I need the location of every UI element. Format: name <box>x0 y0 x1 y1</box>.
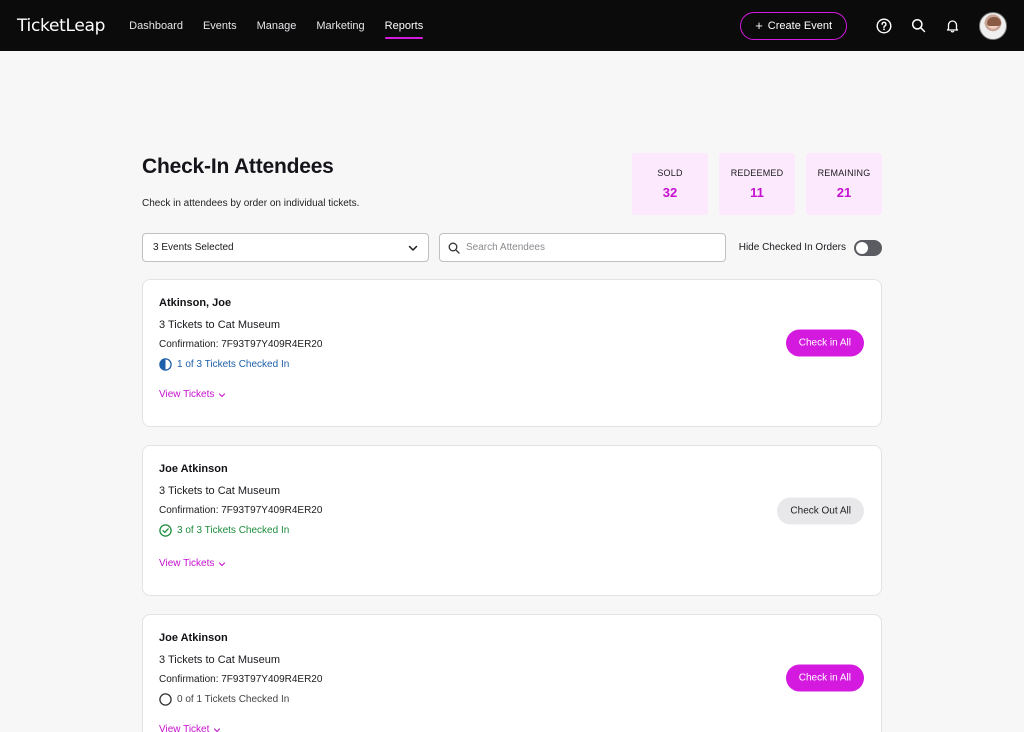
search-icon <box>448 242 460 254</box>
checkin-status-text: 0 of 1 Tickets Checked In <box>177 694 290 705</box>
ticket-summary: 3 Tickets to Cat Museum <box>159 485 281 497</box>
chevron-down-icon <box>408 245 418 251</box>
view-tickets-link[interactable]: View Tickets <box>159 389 226 400</box>
ticketleap-logo[interactable]: TicketLeap <box>17 16 105 36</box>
hide-checked-in-label: Hide Checked In Orders <box>738 242 846 253</box>
stat-redeemed: REDEEMED 11 <box>719 153 795 215</box>
create-event-label: Create Event <box>767 19 832 32</box>
stat-sold: SOLD 32 <box>632 153 708 215</box>
user-avatar[interactable] <box>979 11 1007 40</box>
search-icon <box>911 18 925 33</box>
check-circle-icon <box>159 524 172 537</box>
checkin-status-text: 3 of 3 Tickets Checked In <box>177 525 290 536</box>
stat-redeemed-label: REDEEMED <box>730 168 784 178</box>
ticket-summary: 3 Tickets to Cat Museum <box>159 319 281 331</box>
check-out-all-button[interactable]: Check Out All <box>777 497 864 524</box>
stats-panel: SOLD 32 REDEEMED 11 REMAINING 21 <box>632 153 882 215</box>
top-navigation-bar: TicketLeap Dashboard Events Manage Marke… <box>0 0 1024 51</box>
view-ticket-label: View Ticket <box>159 724 210 732</box>
nav-item-reports[interactable]: Reports <box>384 0 423 51</box>
notifications-button[interactable] <box>935 11 969 41</box>
empty-circle-icon <box>159 693 172 706</box>
help-button[interactable] <box>867 11 901 41</box>
main-nav: Dashboard Events Manage Marketing Report… <box>129 0 423 51</box>
ticket-summary: 3 Tickets to Cat Museum <box>159 654 281 666</box>
attendee-name: Joe Atkinson <box>159 632 228 644</box>
view-tickets-link[interactable]: View Tickets <box>159 558 226 569</box>
search-attendees-input[interactable] <box>466 242 706 253</box>
half-circle-icon <box>159 358 172 371</box>
order-card: Joe Atkinson 3 Tickets to Cat Museum Con… <box>142 614 882 732</box>
checkin-status: 1 of 3 Tickets Checked In <box>159 358 865 371</box>
event-select[interactable]: 3 Events Selected <box>142 233 429 262</box>
stat-remaining-label: REMAINING <box>817 168 871 178</box>
stat-remaining-value: 21 <box>836 185 852 200</box>
confirmation-number: Confirmation: 7F93T97Y409R4ER20 <box>159 339 323 350</box>
checkin-status: 3 of 3 Tickets Checked In <box>159 524 865 537</box>
check-in-all-button[interactable]: Check in All <box>785 664 864 692</box>
hide-checked-in-control: Hide Checked In Orders <box>738 239 882 256</box>
confirmation-number: Confirmation: 7F93T97Y409R4ER20 <box>159 505 323 516</box>
stat-sold-value: 32 <box>662 185 678 200</box>
top-right-actions: + Create Event <box>740 11 1007 41</box>
plus-icon: + <box>755 18 763 33</box>
filters-row: 3 Events Selected Hide Checked In Orders <box>142 233 882 262</box>
event-select-value: 3 Events Selected <box>153 242 234 253</box>
order-card: Joe Atkinson 3 Tickets to Cat Museum Con… <box>142 445 882 596</box>
search-button[interactable] <box>901 11 935 41</box>
bell-icon <box>946 20 958 33</box>
hide-checked-in-toggle[interactable] <box>854 239 882 256</box>
stat-redeemed-value: 11 <box>750 185 764 200</box>
chevron-down-icon <box>219 392 226 397</box>
view-tickets-label: View Tickets <box>159 389 215 400</box>
chevron-down-icon <box>214 727 221 732</box>
page-header: Check-In Attendees Check in attendees by… <box>142 102 882 233</box>
search-field[interactable] <box>439 233 726 262</box>
help-circle-icon <box>876 17 892 34</box>
nav-item-dashboard[interactable]: Dashboard <box>129 0 183 51</box>
main-content: Check-In Attendees Check in attendees by… <box>142 51 882 732</box>
attendee-name: Joe Atkinson <box>159 463 228 475</box>
view-ticket-link[interactable]: View Ticket <box>159 724 221 732</box>
nav-item-manage[interactable]: Manage <box>257 0 297 51</box>
page-subtitle: Check in attendees by order on individua… <box>142 198 360 209</box>
page-title: Check-In Attendees <box>142 155 334 178</box>
stat-remaining: REMAINING 21 <box>806 153 882 215</box>
checkin-status-text: 1 of 3 Tickets Checked In <box>177 359 290 370</box>
checkin-status: 0 of 1 Tickets Checked In <box>159 693 865 706</box>
stat-sold-label: SOLD <box>657 168 683 178</box>
chevron-down-icon <box>219 561 226 566</box>
attendee-name: Atkinson, Joe <box>159 297 232 309</box>
view-tickets-label: View Tickets <box>159 558 215 569</box>
check-in-all-button[interactable]: Check in All <box>785 329 864 357</box>
create-event-button[interactable]: + Create Event <box>740 11 847 40</box>
nav-item-marketing[interactable]: Marketing <box>316 0 364 51</box>
nav-item-events[interactable]: Events <box>203 0 237 51</box>
confirmation-number: Confirmation: 7F93T97Y409R4ER20 <box>159 674 323 685</box>
order-card: Atkinson, Joe 3 Tickets to Cat Museum Co… <box>142 279 882 427</box>
